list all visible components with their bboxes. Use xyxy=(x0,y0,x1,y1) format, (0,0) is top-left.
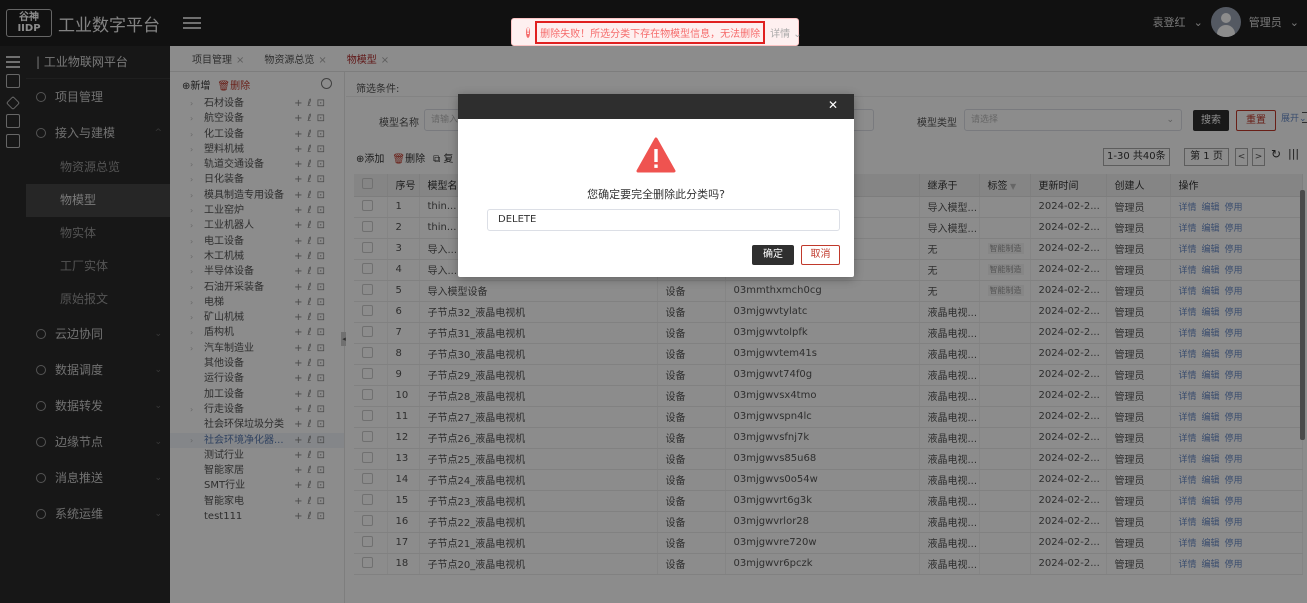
confirm-text-input[interactable]: DELETE xyxy=(487,209,840,231)
confirm-delete-dialog: ✕ 您确定要完全删除此分类吗? DELETE 确定 取消 xyxy=(458,94,854,277)
toast-detail-link[interactable]: 详情 ⌄ xyxy=(770,25,802,40)
error-toast: ! 删除失败！所选分类下存在物模型信息，无法删除 详情 ⌄ xyxy=(511,18,802,46)
close-icon[interactable]: ✕ xyxy=(828,98,838,112)
confirm-button[interactable]: 确定 xyxy=(752,245,794,265)
dialog-question: 您确定要完全删除此分类吗? xyxy=(587,188,725,201)
dialog-header: ✕ xyxy=(458,94,854,119)
cancel-button[interactable]: 取消 xyxy=(801,245,840,265)
modal-overlay[interactable] xyxy=(0,0,1307,603)
warning-icon xyxy=(636,137,676,173)
error-icon: ! xyxy=(526,26,531,38)
toast-message: 删除失败！所选分类下存在物模型信息，无法删除 xyxy=(535,20,766,44)
